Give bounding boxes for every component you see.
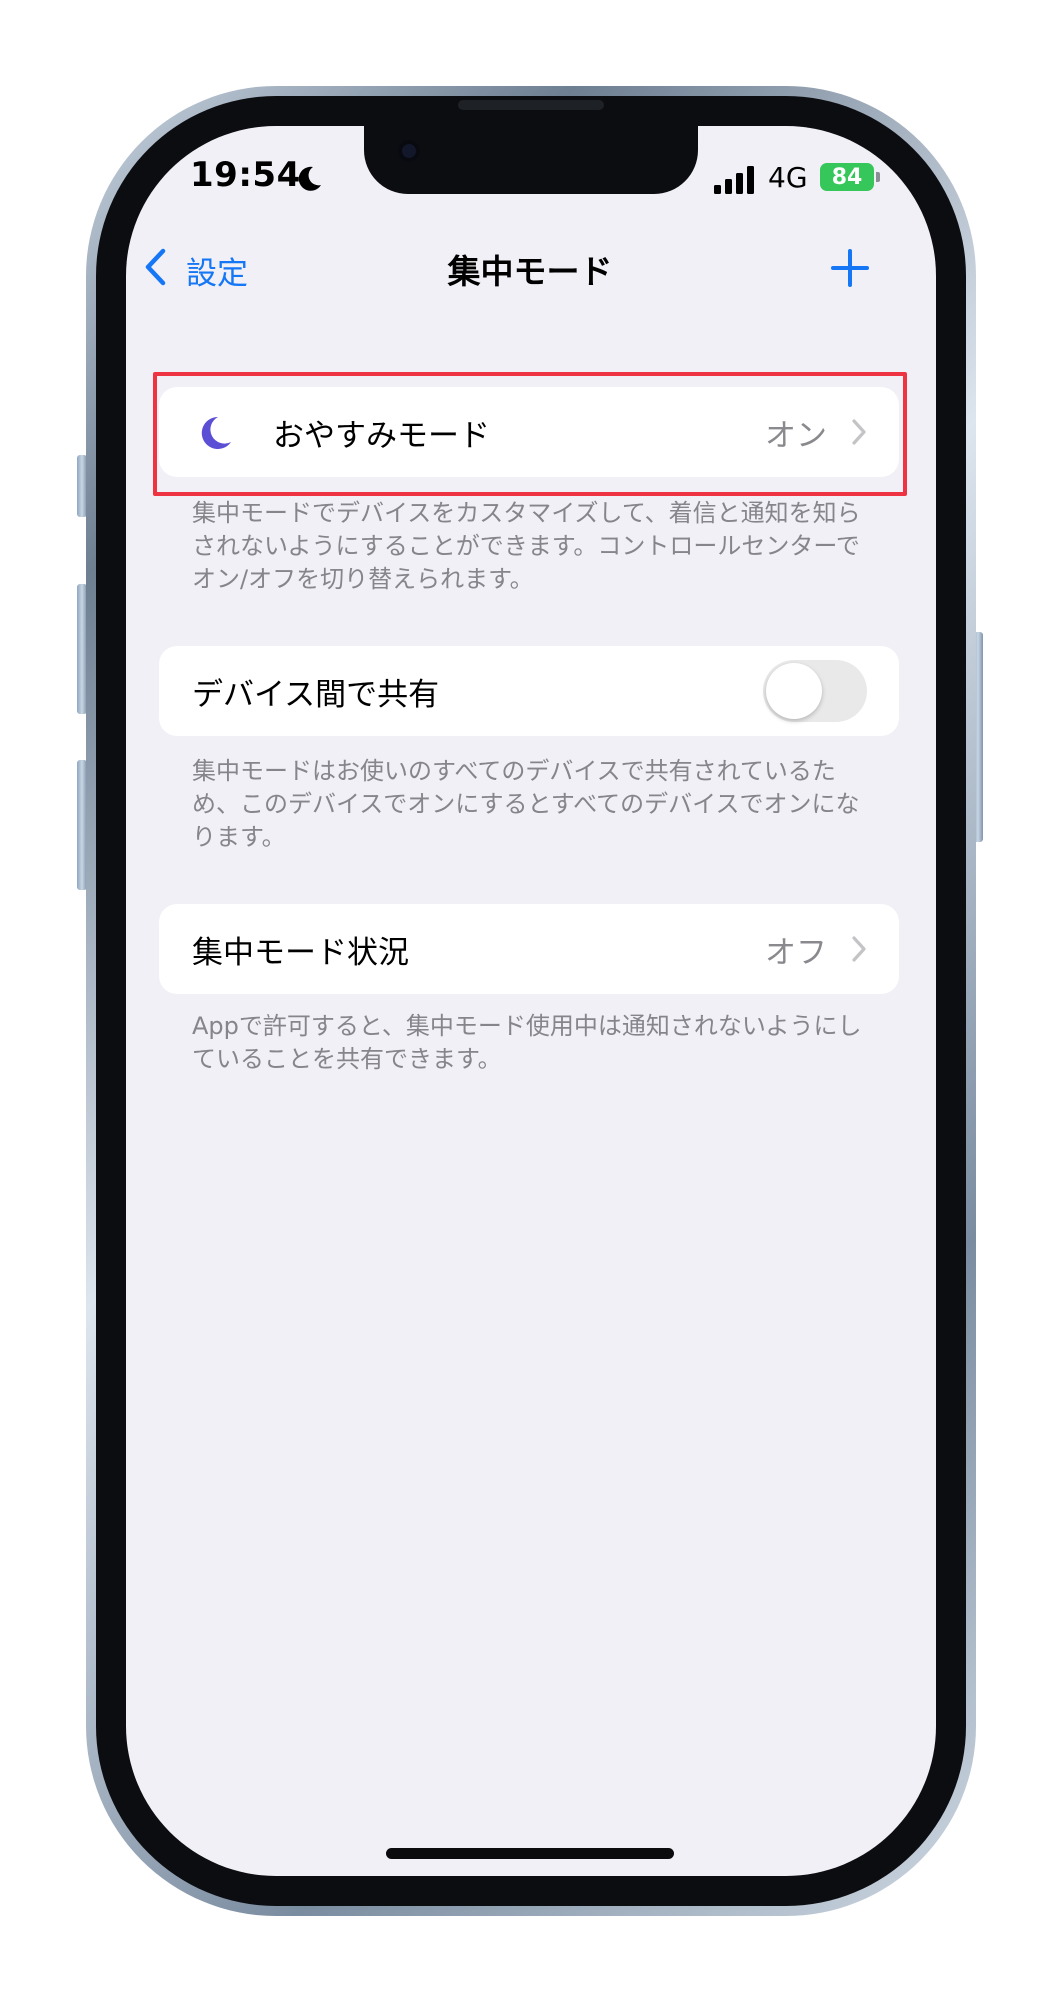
focus-status-row[interactable]: 集中モード状況 オフ bbox=[159, 904, 899, 994]
share-footnote: 集中モードはお使いのすべてのデバイスで共有されているため、このデバイスでオンにす… bbox=[192, 757, 860, 851]
focus-list-footnote: 集中モードでデバイスをカスタマイズして、着信と通知を知らされないようにすることが… bbox=[192, 499, 861, 593]
front-camera bbox=[398, 140, 420, 162]
page-title: 集中モード bbox=[447, 252, 613, 291]
add-icon[interactable] bbox=[830, 248, 870, 288]
back-button[interactable]: 設定 bbox=[186, 248, 248, 293]
battery-level: 84 bbox=[831, 164, 863, 190]
share-across-devices-row: デバイス間で共有 bbox=[159, 646, 899, 736]
highlight-box bbox=[153, 372, 907, 496]
focus-status-label: 集中モード状況 bbox=[192, 935, 409, 971]
back-chevron-icon[interactable] bbox=[142, 247, 168, 287]
chevron-right-icon bbox=[852, 936, 866, 962]
toggle-knob bbox=[766, 663, 822, 719]
share-across-devices-label: デバイス間で共有 bbox=[192, 677, 440, 713]
cellular-signal-icon bbox=[714, 166, 754, 194]
earpiece-speaker bbox=[458, 100, 604, 110]
network-type: 4G bbox=[768, 161, 808, 194]
focus-status-value: オフ bbox=[765, 935, 827, 971]
focus-status-footnote: Appで許可すると、集中モード使用中は通知されないようにしていることを共有できま… bbox=[192, 1012, 862, 1073]
battery-indicator: 84 bbox=[820, 163, 874, 191]
status-time: 19:54 bbox=[190, 155, 301, 195]
home-indicator[interactable] bbox=[386, 1848, 674, 1859]
moon-icon bbox=[298, 166, 321, 191]
battery-tip bbox=[876, 172, 880, 182]
share-across-devices-toggle[interactable] bbox=[763, 660, 867, 722]
